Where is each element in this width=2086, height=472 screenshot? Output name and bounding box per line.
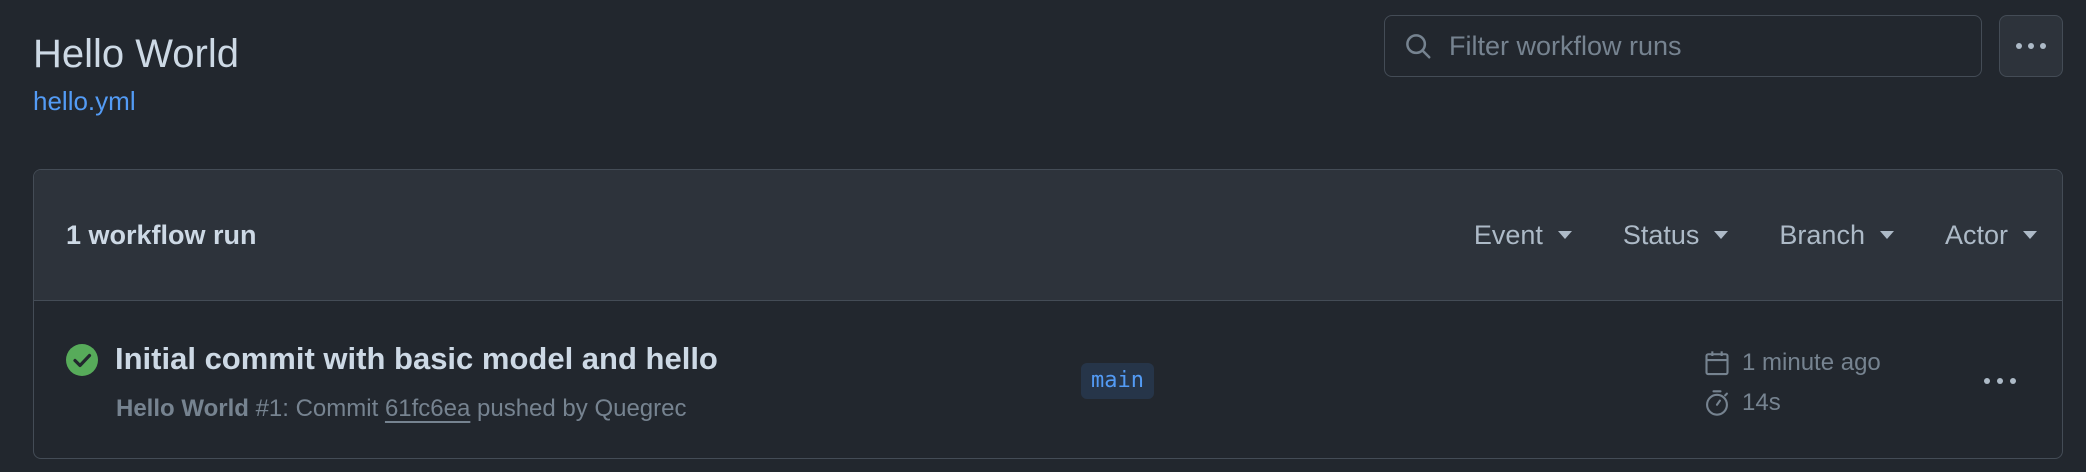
workflow-title: Hello World (33, 32, 239, 76)
search-icon (1401, 29, 1435, 63)
run-duration: 14s (1702, 383, 1881, 423)
filter-workflow-runs-input[interactable] (1449, 30, 1981, 62)
check-circle-fill-icon (66, 344, 98, 376)
workflow-run-count: 1 workflow run (66, 220, 257, 250)
actor-filter-label: Actor (1944, 219, 2008, 250)
run-meta: Hello World #1: Commit 61fc6ea pushed by… (116, 393, 687, 425)
run-commit-prefix: : Commit (282, 395, 379, 422)
run-timing: 1 minute ago 14s (1702, 343, 1881, 423)
run-number: #1 (255, 395, 283, 422)
workflow-menu-button[interactable] (1999, 15, 2063, 77)
triangle-down-icon (1557, 231, 1572, 239)
workflow-runs-header: 1 workflow run Event Status Branch Actor (34, 170, 2062, 301)
triangle-down-icon (1879, 231, 1894, 239)
commit-sha-link[interactable]: 61fc6ea (385, 395, 470, 422)
event-filter-menu[interactable]: Event (1474, 220, 1572, 251)
calendar-icon (1702, 348, 1732, 378)
run-created: 1 minute ago (1702, 343, 1881, 383)
branch-filter-label: Branch (1779, 219, 1865, 250)
workflow-file-link[interactable]: hello.yml (33, 84, 136, 118)
workflow-run-row: Initial commit with basic model and hell… (34, 301, 2062, 458)
kebab-horizontal-icon (2015, 37, 2047, 55)
run-duration-time: 14s (1742, 389, 1781, 416)
run-title-link[interactable]: Initial commit with basic model and hell… (115, 339, 718, 379)
workflow-runs-box: 1 workflow run Event Status Branch Actor (33, 169, 2063, 459)
triangle-down-icon (2023, 231, 2037, 239)
workflow-runs-page: Hello World hello.yml 1 workflow run Eve… (0, 0, 2086, 472)
stopwatch-icon (1702, 388, 1732, 418)
branch-filter-menu[interactable]: Branch (1779, 220, 1894, 251)
triangle-down-icon (1714, 231, 1729, 239)
run-pushed-by: pushed by Quegrec (477, 395, 687, 422)
event-filter-label: Event (1473, 219, 1543, 250)
run-filters: Event Status Branch Actor (1474, 170, 2062, 300)
branch-tag[interactable]: main (1081, 363, 1154, 399)
status-filter-label: Status (1622, 219, 1700, 250)
run-actions-button[interactable] (1976, 363, 2024, 399)
kebab-horizontal-icon (1983, 372, 2017, 390)
status-filter-menu[interactable]: Status (1623, 220, 1729, 251)
run-created-time: 1 minute ago (1742, 349, 1881, 376)
actor-filter-menu[interactable]: Actor (1945, 220, 2037, 251)
filter-workflow-runs-field[interactable] (1384, 15, 1982, 77)
run-workflow-name: Hello World (116, 395, 249, 422)
